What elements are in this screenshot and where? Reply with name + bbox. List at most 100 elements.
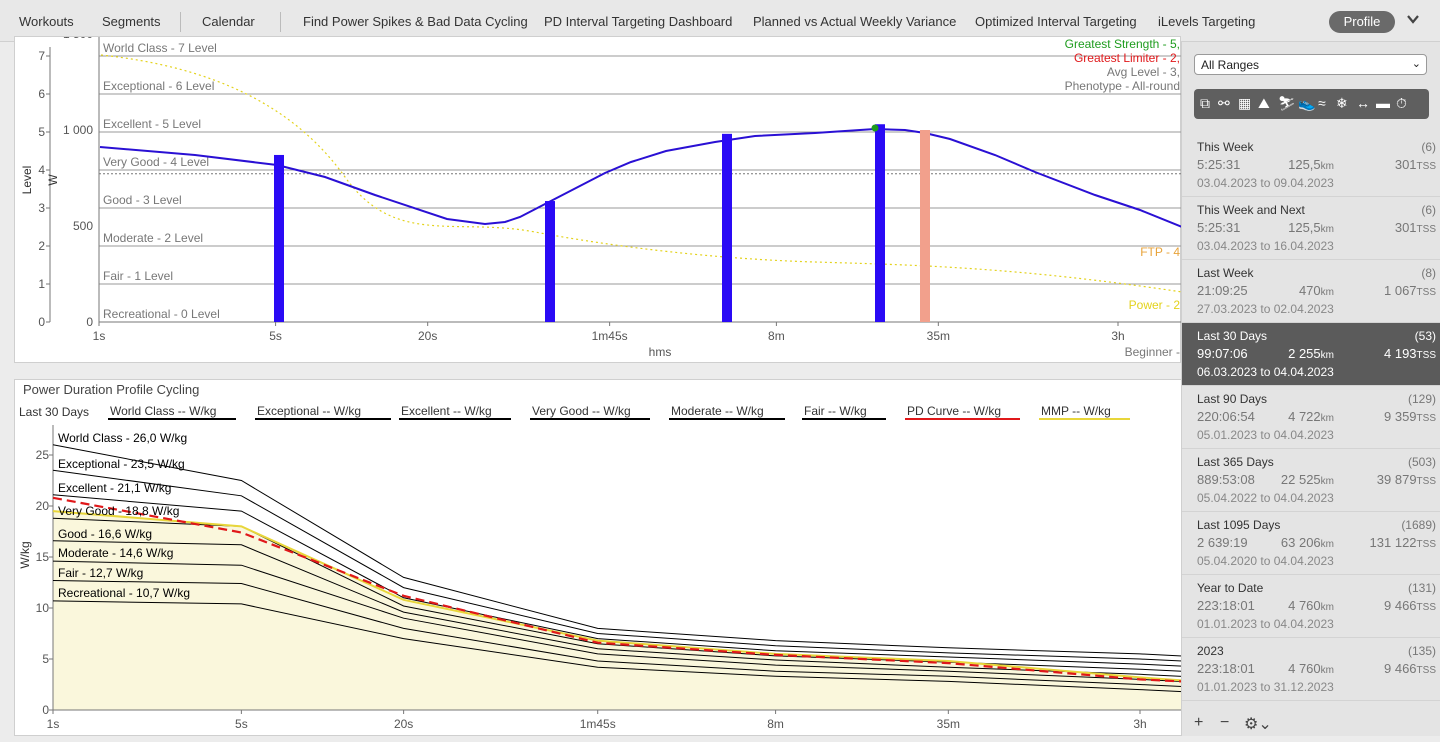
tss-unit: TSS (1416, 476, 1436, 487)
y-watt-tick: 1 500 (63, 37, 93, 41)
distance-unit: km (1320, 539, 1334, 550)
range-item[interactable]: Last 1095 Days (1689) 2 639:19 05.04.2020 t… (1182, 512, 1440, 575)
x-tick-label: 3h (1133, 717, 1146, 731)
range-item[interactable]: Last 30 Days (53) 99:07:06 06.03.2023 to 04… (1182, 323, 1440, 386)
info-avg-level: Avg Level - 3, (1107, 65, 1180, 79)
level-label: Good - 3 Level (103, 193, 182, 207)
range-time: 21:09:25 (1197, 283, 1248, 298)
tab-optimized-interval[interactable]: Optimized Interval Targeting (975, 14, 1137, 29)
tab-pd-interval-targeting[interactable]: PD Interval Targeting Dashboard (544, 14, 732, 29)
bench-icon[interactable]: ▬ (1376, 95, 1390, 111)
shoe-icon[interactable]: 👟 (1298, 95, 1315, 111)
tab-calendar[interactable]: Calendar (202, 14, 255, 29)
strength-bar (875, 124, 885, 323)
range-item[interactable]: Last 365 Days (503) 889:53:08 05.04.2022 to… (1182, 449, 1440, 512)
tab-workouts[interactable]: Workouts (19, 14, 74, 29)
range-distance: 125,5km (1288, 220, 1334, 235)
range-item[interactable]: Year to Date (131) 223:18:01 01.01.2023 to … (1182, 575, 1440, 638)
range-item[interactable]: Last 90 Days (129) 220:06:54 05.01.2023 to … (1182, 386, 1440, 449)
tab-separator (180, 12, 181, 32)
range-time: 223:18:01 (1197, 661, 1255, 676)
range-count: (503) (1407, 455, 1436, 469)
legend-item[interactable]: Very Good -- W/kg (532, 404, 631, 418)
add-icon[interactable]: + (1194, 714, 1203, 732)
snowflake-icon[interactable]: ❄ (1336, 95, 1348, 111)
x-tick-label: 35m (927, 329, 950, 343)
range-count: (8) (1421, 266, 1436, 280)
x-tick-label: 1s (47, 717, 60, 731)
range-name: This Week and Next (1197, 203, 1305, 217)
ilevels-chart: World Class - 7 Level Exceptional - 6 Lev… (20, 27, 1183, 359)
range-dates: 27.03.2023 to 02.04.2023 (1197, 302, 1334, 316)
x-tick-label: 5s (269, 329, 282, 343)
gear-icon[interactable]: ⚙⌄ (1244, 714, 1272, 734)
tss-unit: TSS (1416, 539, 1436, 550)
range-item[interactable]: Last Week (8) 21:09:25 27.03.2023 to 02.04.… (1182, 260, 1440, 323)
tab-segments[interactable]: Segments (102, 14, 161, 29)
mountain-icon[interactable]: ⛰ (1258, 95, 1270, 111)
range-tss: 9 359TSS (1384, 409, 1436, 424)
level-value-label: Good - 16,6 W/kg (58, 527, 152, 541)
range-tss: 301TSS (1394, 157, 1436, 172)
level-value-label: Fair - 12,7 W/kg (58, 566, 143, 580)
chevron-down-icon[interactable] (1406, 12, 1420, 29)
link-icon[interactable]: ⚯ (1218, 95, 1230, 111)
range-distance: 125,5km (1288, 157, 1334, 172)
range-time: 2 639:19 (1197, 535, 1248, 550)
range-count: (6) (1421, 140, 1436, 154)
range-item[interactable]: This Week (6) 5:25:31 03.04.2023 to 09.04.2… (1182, 134, 1440, 197)
range-name: Last 30 Days (1197, 329, 1268, 343)
grid-icon[interactable]: ▦ (1238, 95, 1251, 111)
info-greatest-strength: Greatest Strength - 5, (1065, 37, 1180, 51)
range-dates: 05.01.2023 to 04.04.2023 (1197, 428, 1334, 442)
range-name: 2023 (1197, 644, 1224, 658)
range-tss: 131 122TSS (1369, 535, 1436, 550)
range-time: 889:53:08 (1197, 472, 1255, 487)
tab-find-power-spikes[interactable]: Find Power Spikes & Bad Data Cycling (303, 14, 528, 29)
legend-item[interactable]: MMP -- W/kg (1041, 404, 1111, 418)
legend-item[interactable]: PD Curve -- W/kg (907, 404, 1001, 418)
arrows-horizontal-icon[interactable]: ↔ (1356, 95, 1370, 111)
remove-icon[interactable]: − (1220, 714, 1229, 732)
legend-item[interactable]: Excellent -- W/kg (401, 404, 492, 418)
swim-icon[interactable]: ≈ (1318, 95, 1326, 111)
pd-level-curve (99, 127, 1183, 228)
pd-profile-chart: Power Duration Profile Cycling Last 30 Da… (18, 382, 1183, 731)
ski-icon[interactable]: ⛷ (1278, 95, 1296, 111)
legend-item[interactable]: World Class -- W/kg (110, 404, 216, 418)
distance-unit: km (1320, 665, 1334, 676)
tss-unit: TSS (1416, 350, 1436, 361)
legend-item[interactable]: Moderate -- W/kg (671, 404, 764, 418)
range-filter-value: All Ranges (1201, 58, 1260, 72)
profile-button[interactable]: Profile (1329, 11, 1395, 33)
x-tick-label: 3h (1111, 329, 1124, 343)
range-name: Last 90 Days (1197, 392, 1268, 406)
y-level-tick: 0 (38, 315, 45, 329)
tss-unit: TSS (1416, 287, 1436, 298)
tab-planned-vs-actual[interactable]: Planned vs Actual Weekly Variance (753, 14, 956, 29)
y-axis-label: W/kg (18, 541, 32, 568)
range-dates: 01.01.2023 to 31.12.2023 (1197, 680, 1334, 694)
level-label: Very Good - 4 Level (103, 155, 209, 169)
range-dates: 01.01.2023 to 04.04.2023 (1197, 617, 1334, 631)
x-tick-label: 20s (394, 717, 413, 731)
y-level-tick: 4 (38, 163, 45, 177)
x-tick-label: 1m45s (580, 717, 616, 731)
stopwatch-icon[interactable]: ⏱ (1396, 95, 1407, 111)
y-tick-label: 0 (42, 703, 49, 717)
range-count: (6) (1421, 203, 1436, 217)
range-item[interactable]: This Week and Next (6) 5:25:31 03.04.2023 t… (1182, 197, 1440, 260)
legend-item[interactable]: Exceptional -- W/kg (257, 404, 361, 418)
range-tss: 1 067TSS (1384, 283, 1436, 298)
copy-icon[interactable]: ⧉ (1200, 95, 1210, 111)
x-tick-label: 20s (418, 329, 437, 343)
x-tick-label: 5s (235, 717, 248, 731)
tab-ilevels-targeting[interactable]: iLevels Targeting (1158, 14, 1255, 29)
range-item[interactable]: 2023 (135) 223:18:01 01.01.2023 to 31.12.20… (1182, 638, 1440, 701)
legend-item[interactable]: Fair -- W/kg (804, 404, 867, 418)
range-name: Last 365 Days (1197, 455, 1274, 469)
range-tss: 9 466TSS (1384, 598, 1436, 613)
range-distance: 63 206km (1280, 535, 1334, 550)
range-filter-select[interactable]: All Ranges ⌄ (1194, 54, 1427, 75)
range-dates: 06.03.2023 to 04.04.2023 (1197, 365, 1334, 379)
